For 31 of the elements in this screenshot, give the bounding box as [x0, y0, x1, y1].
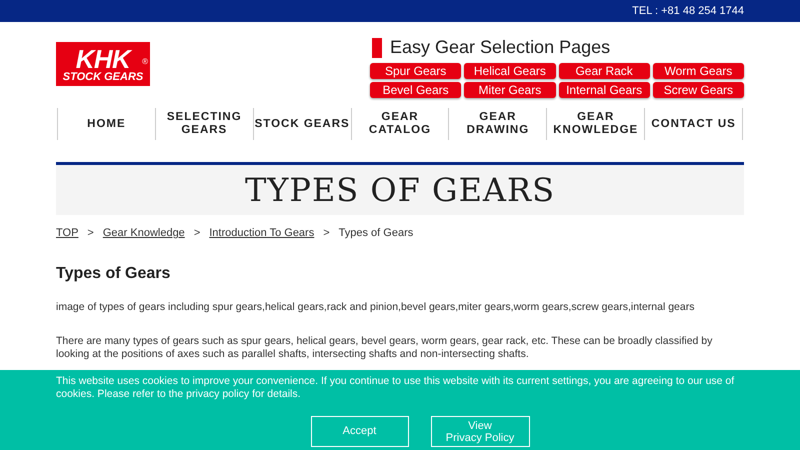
- gear-type-button[interactable]: Helical Gears: [464, 63, 556, 79]
- paragraph: There are many types of gears such as spur gears, helical gears, bevel gears, worm gears, gear rack, etc. These can be broadly classified by looking at the positions of axes such as parallel shafts, intersecting shafts and non-intersecting shafts.: [56, 335, 714, 362]
- breadcrumb-separator: >: [323, 226, 330, 241]
- nav-link[interactable]: CONTACT US: [645, 108, 744, 140]
- breadcrumb-link[interactable]: Gear Knowledge: [102, 225, 185, 242]
- breadcrumb-link[interactable]: Introduction To Gears: [209, 225, 314, 242]
- gear-type-button[interactable]: Miter Gears: [464, 82, 556, 98]
- nav-link[interactable]: GEAR KNOWLEDGE: [547, 108, 646, 140]
- gear-type-button[interactable]: Spur Gears: [370, 63, 462, 79]
- gear-type-button[interactable]: Worm Gears: [652, 63, 744, 79]
- nav-link[interactable]: HOME: [58, 108, 156, 140]
- gear-type-button[interactable]: Bevel Gears: [370, 82, 462, 98]
- nav-link[interactable]: SELECTING GEARS: [156, 108, 254, 140]
- breadcrumb-current: Types of Gears: [338, 226, 414, 241]
- breadcrumb-separator: >: [87, 226, 94, 241]
- gear-type-button[interactable]: Screw Gears: [652, 82, 744, 98]
- nav-link[interactable]: STOCK GEARS: [254, 108, 352, 140]
- gear-type-button[interactable]: Internal Gears: [558, 82, 650, 98]
- logo[interactable]: KHK STOCK GEARS ®: [56, 42, 150, 86]
- selection-title: Easy Gear Selection Pages: [390, 36, 610, 59]
- title-marker: [372, 38, 382, 58]
- image-alt-text: image of types of gears including spur gears,helical gears,rack and pinion,bevel gears,miter gears,worm gears,screw gears,internal gears: [56, 300, 696, 314]
- nav-link[interactable]: GEAR DRAWING: [449, 108, 548, 140]
- phone-number: TEL : +81 48 254 1744: [632, 4, 744, 19]
- section-heading: Types of Gears: [56, 264, 172, 284]
- nav-link[interactable]: GEAR CATALOG: [352, 108, 450, 140]
- gear-type-button[interactable]: Gear Rack: [558, 63, 650, 79]
- breadcrumb-separator: >: [194, 226, 200, 241]
- breadcrumb-link[interactable]: TOP: [56, 225, 78, 242]
- cookie-message: This website uses cookies to improve your convenience. If you continue to use this website with its current settings, you are agreeing to our use of cookies. Please refer to the privacy policy for details.: [56, 375, 736, 401]
- page-title: TYPES OF GEARS: [244, 170, 556, 211]
